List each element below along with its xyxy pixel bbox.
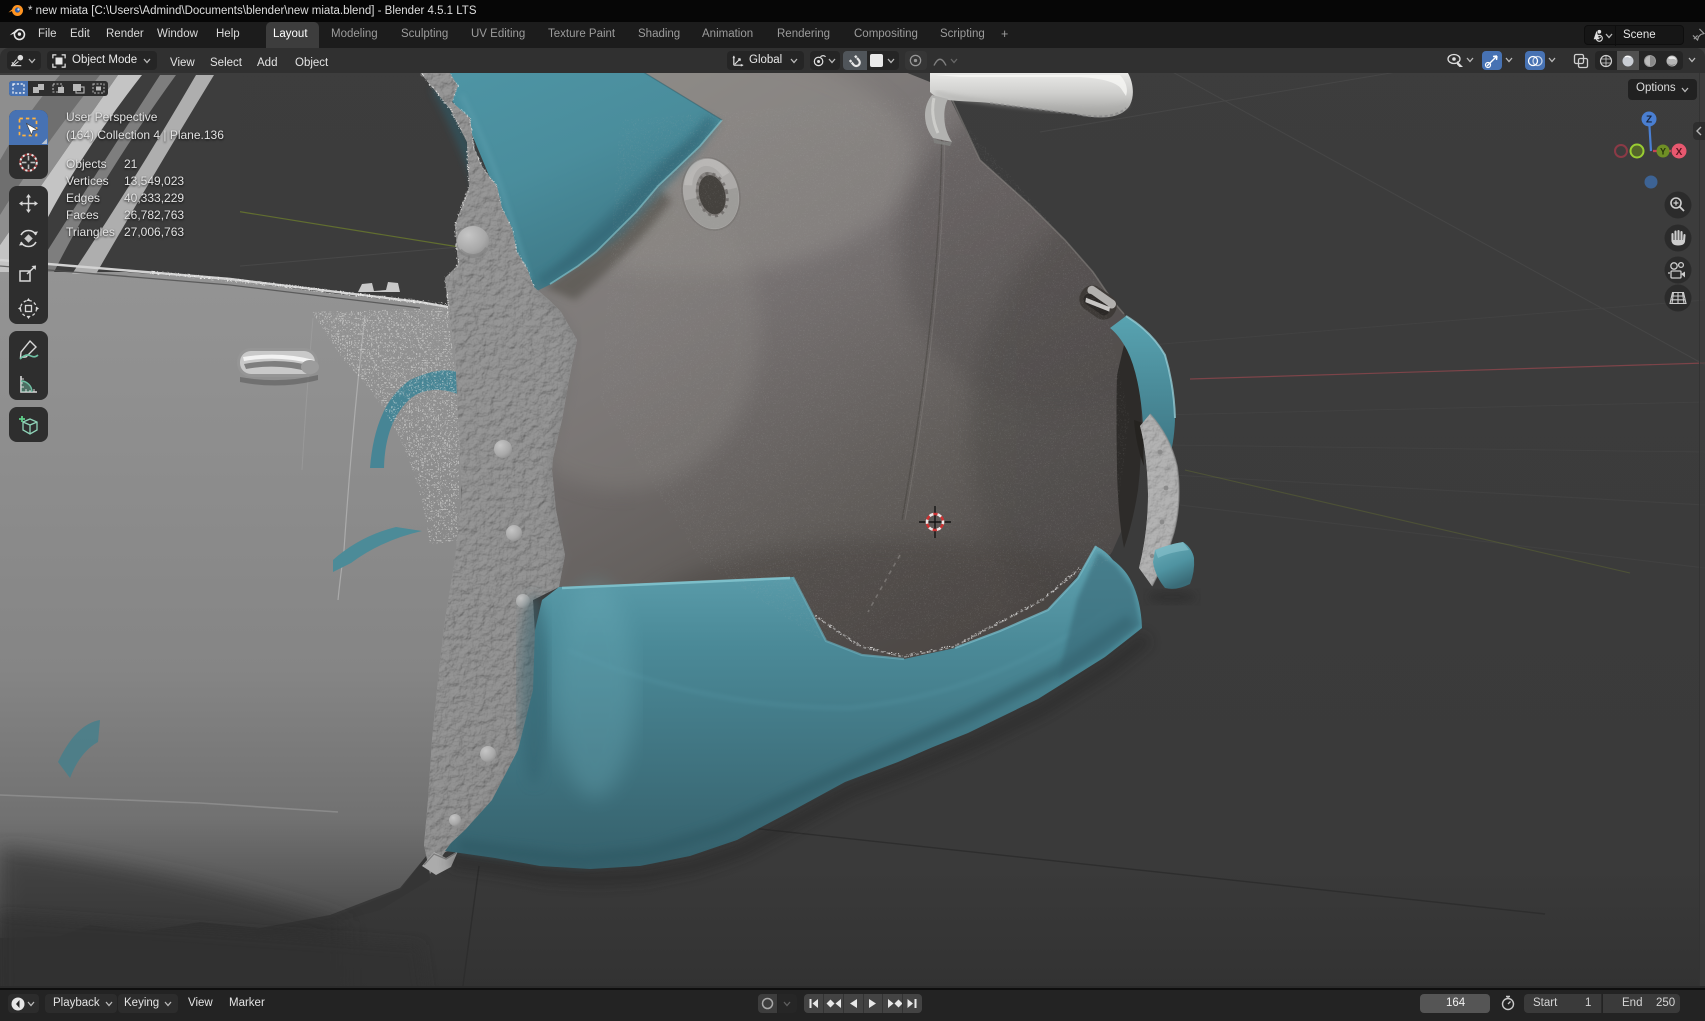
svg-text:X: X [1676, 147, 1683, 158]
svg-text:Z: Z [1646, 115, 1652, 126]
svg-text:Y: Y [1660, 147, 1666, 157]
